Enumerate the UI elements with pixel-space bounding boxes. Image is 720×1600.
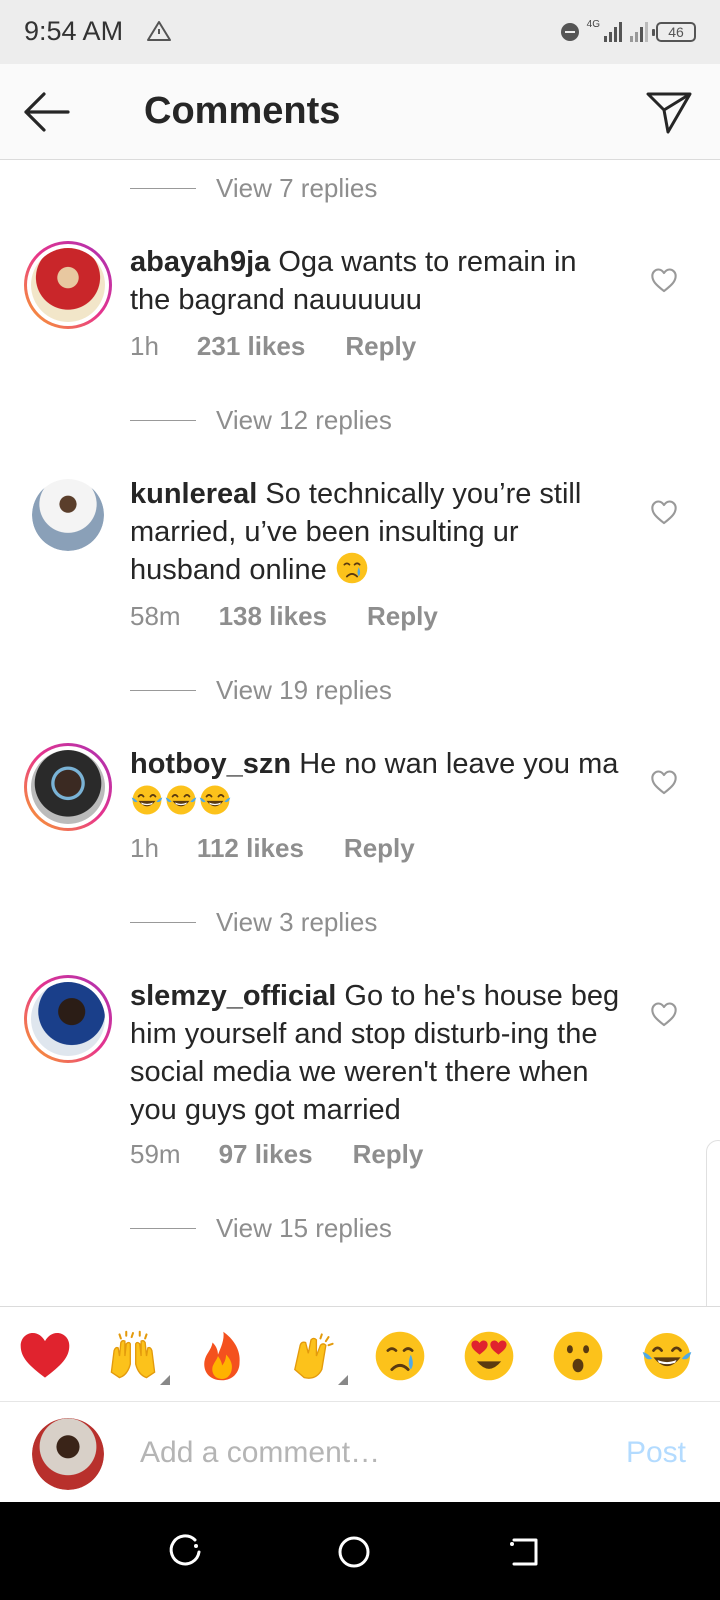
clapping-hands-emoji[interactable] bbox=[284, 1329, 338, 1383]
view-replies-label: View 7 replies bbox=[216, 173, 378, 203]
like-heart-icon[interactable] bbox=[650, 499, 678, 525]
page-title: Comments bbox=[144, 90, 341, 132]
dnd-icon bbox=[560, 23, 579, 41]
tears-of-joy-emoji bbox=[198, 783, 232, 817]
comment-text: abayah9ja Oga wants to remain in the bag… bbox=[130, 243, 620, 319]
view-replies-label: View 3 replies bbox=[216, 907, 378, 937]
like-heart-icon[interactable] bbox=[650, 769, 678, 795]
like-heart-icon[interactable] bbox=[650, 1001, 678, 1027]
red-heart-emoji[interactable] bbox=[18, 1329, 72, 1383]
status-bar: 9:54 AM 4G 46 bbox=[0, 0, 720, 64]
status-time: 9:54 AM bbox=[24, 16, 124, 46]
comment-username[interactable]: abayah9ja bbox=[130, 246, 270, 278]
battery-icon: 46 bbox=[652, 22, 696, 42]
my-avatar bbox=[32, 1418, 104, 1490]
avatar[interactable] bbox=[24, 743, 112, 831]
view-replies-label: View 15 replies bbox=[216, 1213, 392, 1243]
divider-line bbox=[130, 188, 196, 189]
reply-button[interactable]: Reply bbox=[345, 331, 416, 362]
paper-plane-icon[interactable] bbox=[644, 88, 694, 136]
comment-meta: 1h 231 likes Reply bbox=[130, 331, 416, 362]
reply-button[interactable]: Reply bbox=[344, 833, 415, 864]
view-replies-label: View 19 replies bbox=[216, 675, 392, 705]
network-type: 4G bbox=[586, 18, 600, 30]
skin-tone-indicator bbox=[160, 1375, 170, 1385]
comment-meta: 59m 97 likes Reply bbox=[130, 1139, 423, 1170]
tears-of-joy-emoji bbox=[130, 783, 164, 817]
arrow-left-icon[interactable] bbox=[20, 88, 72, 136]
view-replies-link[interactable]: View 19 replies bbox=[130, 675, 392, 706]
divider-line bbox=[130, 922, 196, 923]
divider-line bbox=[130, 1228, 196, 1229]
back-icon[interactable] bbox=[504, 1532, 544, 1572]
comment-text: hotboy_szn He no wan leave you ma bbox=[130, 745, 620, 821]
comment-username[interactable]: kunlereal bbox=[130, 478, 257, 510]
avatar[interactable] bbox=[32, 479, 104, 551]
crying-face-emoji[interactable] bbox=[373, 1329, 427, 1383]
fire-emoji[interactable] bbox=[195, 1329, 249, 1383]
comment-likes[interactable]: 231 likes bbox=[197, 331, 305, 362]
reply-button[interactable]: Reply bbox=[367, 601, 438, 632]
comment-time: 1h bbox=[130, 833, 159, 863]
view-replies-link[interactable]: View 15 replies bbox=[130, 1213, 392, 1244]
signal-icon-2 bbox=[630, 22, 648, 42]
heart-eyes-emoji[interactable] bbox=[462, 1329, 516, 1383]
side-panel-handle[interactable] bbox=[706, 1140, 720, 1330]
comment-username[interactable]: hotboy_szn bbox=[130, 748, 291, 780]
surprised-face-emoji[interactable] bbox=[551, 1329, 605, 1383]
post-button[interactable]: Post bbox=[626, 1436, 686, 1470]
comment-input[interactable] bbox=[140, 1428, 600, 1478]
tears-of-joy-emoji bbox=[164, 783, 198, 817]
reply-button[interactable]: Reply bbox=[353, 1139, 424, 1170]
comment-likes[interactable]: 138 likes bbox=[219, 601, 327, 632]
divider-line bbox=[130, 420, 196, 421]
add-comment-bar: Post bbox=[0, 1402, 720, 1502]
comments-list[interactable]: View 7 replies abayah9ja Oga wants to re… bbox=[0, 161, 720, 1306]
comment-time: 1h bbox=[130, 331, 159, 361]
comment-time: 58m bbox=[130, 601, 181, 631]
system-nav-bar bbox=[0, 1502, 720, 1600]
comment-text: kunlereal So technically you’re still ma… bbox=[130, 475, 620, 589]
comment-body: He no wan leave you ma bbox=[299, 748, 619, 780]
like-heart-icon[interactable] bbox=[650, 267, 678, 293]
avatar[interactable] bbox=[24, 975, 112, 1063]
view-replies-link[interactable]: View 7 replies bbox=[130, 173, 377, 204]
status-icons: 4G 46 bbox=[560, 18, 696, 46]
comment-likes[interactable]: 112 likes bbox=[197, 833, 304, 864]
comment-meta: 58m 138 likes Reply bbox=[130, 601, 438, 632]
tears-of-joy-emoji[interactable] bbox=[640, 1329, 694, 1383]
view-replies-link[interactable]: View 3 replies bbox=[130, 907, 377, 938]
emoji-reaction-bar bbox=[0, 1306, 720, 1402]
comment-text: slemzy_official Go to he's house beg him… bbox=[130, 977, 620, 1129]
divider-line bbox=[130, 690, 196, 691]
signal-icon bbox=[604, 22, 622, 42]
home-icon[interactable] bbox=[334, 1532, 374, 1572]
warning-triangle-icon bbox=[147, 21, 171, 41]
raising-hands-emoji[interactable] bbox=[106, 1329, 160, 1383]
recents-icon[interactable] bbox=[165, 1532, 205, 1572]
crying-face-emoji bbox=[335, 551, 369, 585]
skin-tone-indicator bbox=[338, 1375, 348, 1385]
view-replies-label: View 12 replies bbox=[216, 405, 392, 435]
comment-meta: 1h 112 likes Reply bbox=[130, 833, 415, 864]
view-replies-link[interactable]: View 12 replies bbox=[130, 405, 392, 436]
comment-username[interactable]: slemzy_official bbox=[130, 980, 336, 1012]
comment-time: 59m bbox=[130, 1139, 181, 1169]
avatar[interactable] bbox=[24, 241, 112, 329]
comment-likes[interactable]: 97 likes bbox=[219, 1139, 313, 1170]
header: Comments bbox=[0, 64, 720, 160]
